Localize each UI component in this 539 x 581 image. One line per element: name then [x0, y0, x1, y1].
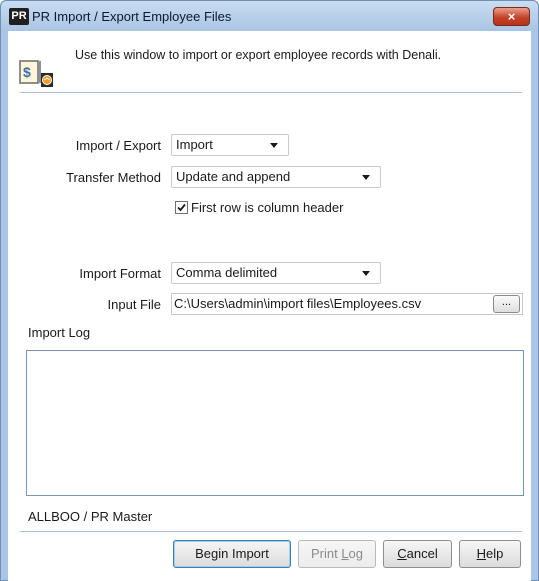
import-format-label: Import Format: [79, 266, 161, 281]
chevron-down-icon: [270, 143, 278, 148]
import-export-value: Import: [176, 137, 213, 152]
pr-app-icon: PR: [9, 8, 29, 25]
begin-import-button[interactable]: Begin Import: [173, 540, 291, 568]
input-file-label: Input File: [107, 297, 161, 312]
chevron-down-icon: [362, 175, 370, 180]
print-log-label-post: og: [348, 546, 364, 561]
chevron-down-icon: [362, 271, 370, 276]
header-description: Use this window to import or export empl…: [75, 48, 442, 62]
transfer-method-dropdown[interactable]: Update and append: [171, 166, 381, 188]
print-log-button[interactable]: Print Log: [298, 540, 376, 568]
import-export-label: Import / Export: [75, 138, 161, 153]
transfer-method-label: Transfer Method: [66, 170, 161, 185]
import-format-dropdown[interactable]: Comma delimited: [171, 262, 381, 284]
input-file-field[interactable]: C:\Users\admin\import files\Employees.cs…: [171, 293, 523, 315]
import-format-value: Comma delimited: [176, 265, 278, 280]
first-row-header-checkbox[interactable]: [175, 201, 188, 214]
browse-file-button[interactable]: ...: [493, 295, 520, 313]
window-content: $ Use this window to import or export em…: [8, 31, 531, 581]
footer-divider: [20, 531, 522, 532]
help-button[interactable]: Help: [459, 540, 521, 568]
import-log-label: Import Log: [28, 325, 91, 340]
import-log-box[interactable]: [26, 350, 524, 496]
help-label-post: elp: [486, 546, 504, 561]
cancel-label-post: ancel: [406, 546, 438, 561]
cancel-label-accel: C: [397, 546, 407, 561]
cancel-button[interactable]: Cancel: [383, 540, 452, 568]
import-export-document-icon: $: [17, 55, 55, 93]
close-button[interactable]: ×: [493, 7, 530, 26]
print-log-label-accel: L: [341, 546, 349, 561]
import-export-window: PR PR Import / Export Employee Files × $…: [0, 0, 539, 581]
print-log-label-pre: Print: [310, 546, 342, 561]
header-divider: [20, 92, 522, 93]
checkmark-icon: [177, 203, 186, 212]
svg-text:$: $: [23, 64, 31, 80]
help-label-accel: H: [476, 546, 487, 561]
title-bar[interactable]: PR PR Import / Export Employee Files ×: [1, 1, 538, 31]
company-status-text: ALLBOO / PR Master: [28, 509, 153, 524]
window-title: PR Import / Export Employee Files: [32, 9, 232, 24]
first-row-header-label[interactable]: First row is column header: [191, 200, 343, 215]
import-export-dropdown[interactable]: Import: [171, 134, 289, 156]
transfer-method-value: Update and append: [176, 169, 291, 184]
